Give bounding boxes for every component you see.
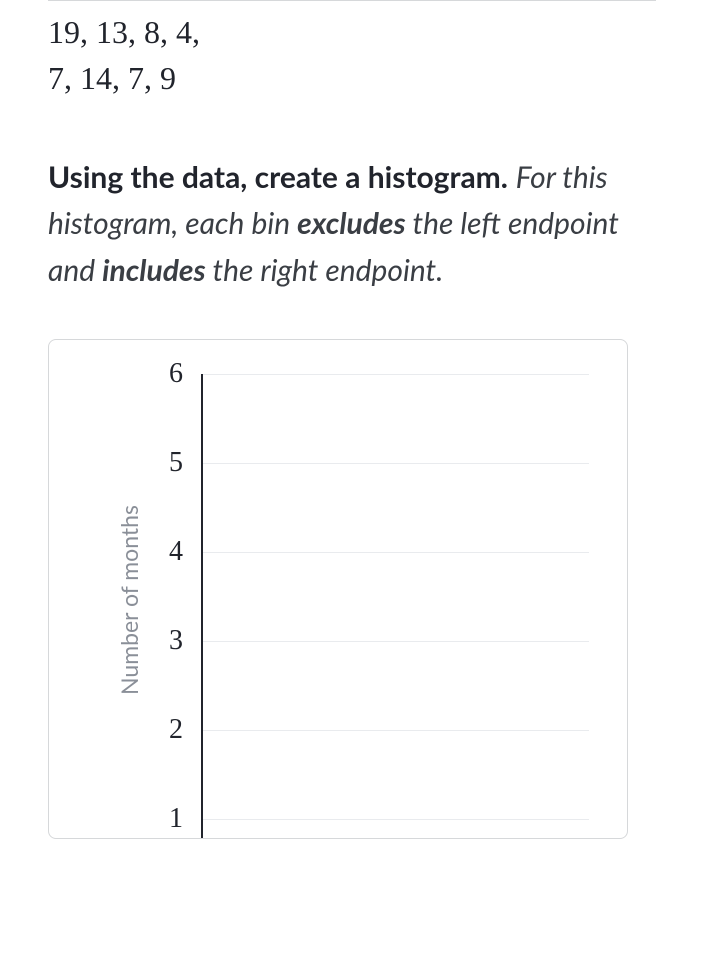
gridline-3 (203, 641, 589, 642)
prompt-lead: Using the data, create a histogram. (48, 159, 508, 195)
plot-area[interactable]: 6 5 4 3 2 1 (201, 374, 589, 819)
data-line-2: 7, 14, 7, 9 (48, 55, 656, 101)
top-divider (48, 0, 656, 1)
data-line-1: 19, 13, 8, 4, (48, 9, 656, 55)
prompt-includes: includes (102, 252, 206, 288)
ytick-6: 6 (169, 358, 201, 390)
data-values: 19, 13, 8, 4, 7, 14, 7, 9 (48, 9, 656, 102)
ytick-3: 3 (169, 625, 201, 657)
gridline-4 (203, 552, 589, 553)
y-axis-label: Number of months (115, 505, 143, 695)
gridline-5 (203, 463, 589, 464)
ytick-1: 1 (169, 803, 201, 835)
gridline-2 (203, 730, 589, 731)
question-prompt: Using the data, create a histogram. For … (48, 154, 648, 294)
ytick-5: 5 (169, 447, 201, 479)
prompt-excludes: excludes (297, 205, 406, 241)
gridline-1 (203, 819, 589, 820)
histogram-chart[interactable]: Number of months 6 5 4 3 2 1 (48, 339, 628, 839)
y-axis-line (201, 374, 203, 839)
ytick-4: 4 (169, 536, 201, 568)
ytick-2: 2 (169, 714, 201, 746)
gridline-6 (203, 374, 589, 375)
prompt-tail-post: the right endpoint. (206, 252, 444, 288)
